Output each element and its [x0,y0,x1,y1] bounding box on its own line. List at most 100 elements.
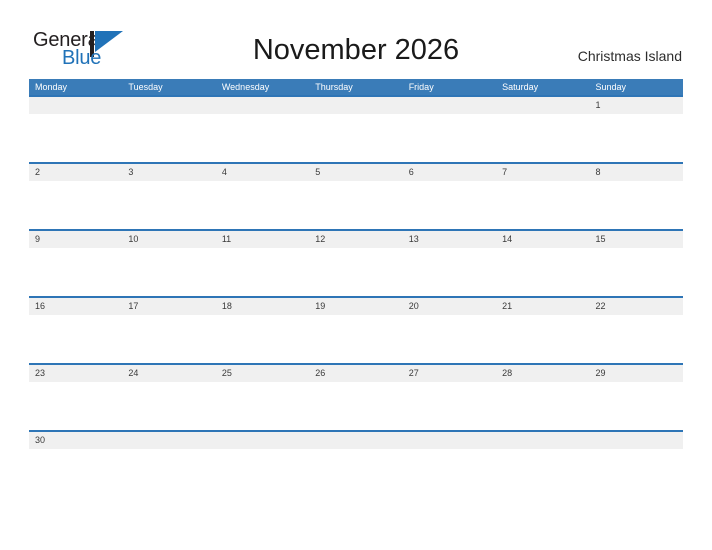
date-strip: 23 24 25 26 27 28 29 [29,365,683,382]
day-number[interactable] [309,432,402,449]
day-cell[interactable] [122,382,215,430]
day-number[interactable]: 5 [309,164,402,181]
day-cell[interactable] [122,181,215,229]
day-number[interactable]: 23 [29,365,122,382]
day-cell[interactable] [29,382,122,430]
day-cell[interactable] [122,248,215,296]
day-number[interactable]: 9 [29,231,122,248]
day-notes-area [29,315,683,363]
day-cell[interactable] [403,114,496,162]
week-row: 2 3 4 5 6 7 8 [29,162,683,229]
location-label: Christmas Island [577,48,682,64]
weekday-header-sunday: Sunday [595,82,627,92]
day-number[interactable]: 13 [403,231,496,248]
day-number[interactable] [29,97,122,114]
day-cell[interactable] [29,449,122,497]
day-cell[interactable] [216,248,309,296]
day-cell[interactable] [403,315,496,363]
date-strip: 30 [29,432,683,449]
day-cell[interactable] [29,181,122,229]
day-number[interactable]: 6 [403,164,496,181]
day-number[interactable]: 10 [122,231,215,248]
day-cell[interactable] [403,449,496,497]
day-cell[interactable] [403,248,496,296]
day-number[interactable]: 8 [590,164,683,181]
day-number[interactable] [216,432,309,449]
day-number[interactable]: 22 [590,298,683,315]
weekday-header-wednesday: Wednesday [221,82,270,92]
weekday-header-row: Monday Tuesday Wednesday Thursday Friday… [29,79,683,95]
week-row: 30 [29,430,683,497]
day-number[interactable]: 25 [216,365,309,382]
weekday-header-friday: Friday [408,82,434,92]
day-cell[interactable] [309,114,402,162]
week-row: 9 10 11 12 13 14 15 [29,229,683,296]
day-cell[interactable] [309,181,402,229]
day-cell[interactable] [496,382,589,430]
day-number[interactable] [496,432,589,449]
week-row: 16 17 18 19 20 21 22 [29,296,683,363]
day-number[interactable] [403,432,496,449]
day-cell[interactable] [216,382,309,430]
day-number[interactable]: 14 [496,231,589,248]
day-cell[interactable] [496,449,589,497]
day-cell[interactable] [496,114,589,162]
day-cell[interactable] [496,315,589,363]
day-cell[interactable] [309,315,402,363]
day-number[interactable]: 26 [309,365,402,382]
day-cell[interactable] [122,315,215,363]
day-number[interactable]: 16 [29,298,122,315]
day-number[interactable] [496,97,589,114]
day-number[interactable] [122,97,215,114]
day-number[interactable]: 7 [496,164,589,181]
day-number[interactable]: 30 [29,432,122,449]
day-cell[interactable] [496,248,589,296]
day-cell[interactable] [590,315,683,363]
day-number[interactable]: 3 [122,164,215,181]
day-cell[interactable] [309,382,402,430]
day-notes-area [29,449,683,497]
day-cell[interactable] [496,181,589,229]
day-number[interactable] [122,432,215,449]
weekday-header-monday: Monday [35,82,68,92]
day-cell[interactable] [590,248,683,296]
day-number[interactable]: 27 [403,365,496,382]
day-cell[interactable] [216,449,309,497]
day-number[interactable]: 2 [29,164,122,181]
day-number[interactable]: 4 [216,164,309,181]
day-number[interactable] [590,432,683,449]
day-number[interactable]: 29 [590,365,683,382]
day-number[interactable] [309,97,402,114]
day-number[interactable]: 15 [590,231,683,248]
day-cell[interactable] [29,315,122,363]
day-number[interactable]: 24 [122,365,215,382]
day-cell[interactable] [216,315,309,363]
day-cell[interactable] [590,181,683,229]
day-number[interactable]: 19 [309,298,402,315]
day-number[interactable]: 11 [216,231,309,248]
day-cell[interactable] [122,114,215,162]
day-notes-area [29,248,683,296]
weekday-header-thursday: Thursday [315,82,353,92]
day-cell[interactable] [29,248,122,296]
day-cell[interactable] [403,382,496,430]
day-cell[interactable] [122,449,215,497]
day-number[interactable]: 1 [590,97,683,114]
day-cell[interactable] [309,248,402,296]
day-cell[interactable] [309,449,402,497]
day-cell[interactable] [216,181,309,229]
day-number[interactable]: 21 [496,298,589,315]
day-number[interactable]: 12 [309,231,402,248]
day-number[interactable]: 17 [122,298,215,315]
day-cell[interactable] [590,382,683,430]
day-number[interactable]: 28 [496,365,589,382]
day-cell[interactable] [29,114,122,162]
day-number[interactable]: 18 [216,298,309,315]
day-cell[interactable] [590,114,683,162]
day-cell[interactable] [403,181,496,229]
day-cell[interactable] [590,449,683,497]
day-number[interactable] [403,97,496,114]
day-number[interactable]: 20 [403,298,496,315]
day-number[interactable] [216,97,309,114]
day-cell[interactable] [216,114,309,162]
